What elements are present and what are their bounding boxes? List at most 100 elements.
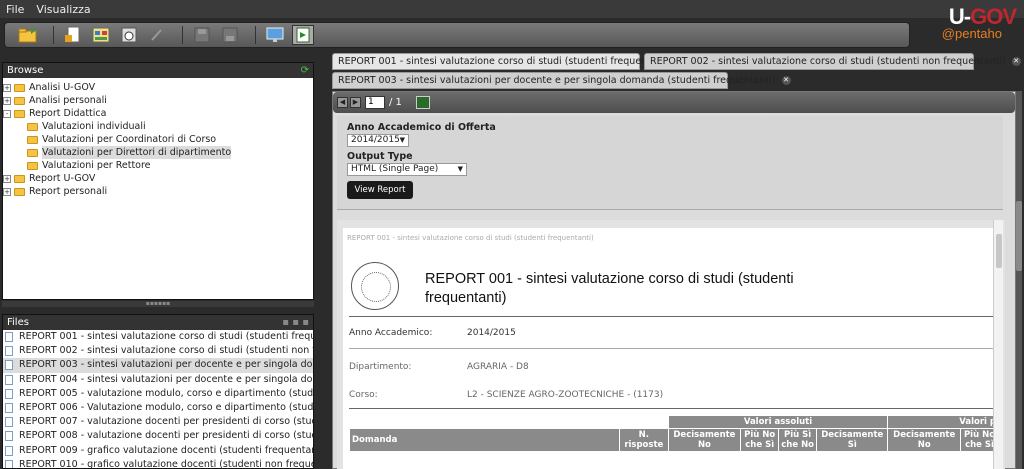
menu-view[interactable]: Visualizza <box>36 3 90 16</box>
header-valori-percentuali: Valori p <box>887 415 999 429</box>
collapse-icon[interactable]: - <box>3 109 11 118</box>
tree-item-report-didattica[interactable]: - Report Didattica <box>3 107 313 120</box>
year-label: Anno Accademico di Offerta <box>347 122 496 133</box>
folder-icon <box>27 122 38 131</box>
scroll-thumb[interactable] <box>1016 201 1022 271</box>
col-domanda: Domanda <box>349 428 620 452</box>
document-icon <box>5 346 13 357</box>
tree-item-report-ugov[interactable]: + Report U-GOV <box>3 172 313 185</box>
file-item[interactable]: REPORT 005 - valutazione modulo, corso e… <box>3 387 313 401</box>
tab-report-003[interactable]: REPORT 003 - sintesi valutazioni per doc… <box>332 72 791 89</box>
expand-icon[interactable]: + <box>3 96 11 105</box>
file-item-selected[interactable]: REPORT 003 - sintesi valutazioni per doc… <box>3 358 313 373</box>
files-header: Files ▪ ▪ ▪ <box>3 315 313 330</box>
output-type-label: Output Type <box>347 151 413 162</box>
report-scrollbar[interactable] <box>993 220 1003 469</box>
pager-bar: ◀ ▶ 1 / 1 <box>333 92 1015 113</box>
tree-item-valutazioni-rettore[interactable]: Valutazioni per Rettore <box>3 159 313 172</box>
open-folder-icon[interactable] <box>17 25 39 45</box>
report-frame: REPORT 001 - sintesi valutazione corso d… <box>337 220 1005 469</box>
university-seal-icon <box>351 262 399 310</box>
show-browser-icon[interactable] <box>292 25 314 45</box>
view-report-button[interactable]: View Report <box>347 181 413 199</box>
toolbar <box>4 22 910 48</box>
edit-icon[interactable] <box>146 25 168 45</box>
file-item[interactable]: REPORT 010 - grafico valutazione docenti… <box>3 458 313 468</box>
tree-item-valutazioni-direttori[interactable]: Valutazioni per Direttori di dipartiment… <box>3 146 313 159</box>
report-viewer: ◀ ▶ 1 / 1 Anno Accademico di Offerta 201… <box>332 91 1016 469</box>
new-report-icon[interactable] <box>90 25 112 45</box>
toolbar-separator <box>255 26 256 44</box>
corso-label: Corso: <box>349 390 378 400</box>
file-item[interactable]: REPORT 007 - valutazione docenti per pre… <box>3 415 313 429</box>
tab-report-001[interactable]: REPORT 001 - sintesi valutazione corso d… <box>332 53 688 70</box>
file-item[interactable]: REPORT 009 - grafico valutazione docenti… <box>3 444 313 458</box>
toggle-prompt-icon[interactable] <box>415 96 430 109</box>
tree-item-valutazioni-coordinatori[interactable]: Valutazioni per Coordinatori di Corso <box>3 133 313 146</box>
browse-pane: Browse ⟳ + Analisi U-GOV + Analisi persona… <box>2 62 314 300</box>
prev-page-icon[interactable]: ◀ <box>337 97 348 108</box>
tree-item-analisi-ugov[interactable]: + Analisi U-GOV <box>3 81 313 94</box>
col-n-risposte: N. risposte <box>619 428 669 452</box>
parameters-panel: Anno Accademico di Offerta 2014/2015 ▼ Ou… <box>337 116 1003 210</box>
corso-value: L2 - SCIENZE AGRO-ZOOTECNICHE - (1173) <box>467 390 664 400</box>
new-analysis-icon[interactable] <box>62 25 84 45</box>
page-input[interactable]: 1 <box>365 96 385 109</box>
refresh-icon[interactable]: ⟳ <box>301 63 309 78</box>
dipartimento-value: AGRARIA - D8 <box>467 362 529 372</box>
files-title: Files <box>7 317 29 328</box>
close-tab-icon[interactable]: ✕ <box>781 76 791 85</box>
next-page-icon[interactable]: ▶ <box>350 97 361 108</box>
menu-file[interactable]: File <box>6 3 24 16</box>
divider <box>349 408 999 409</box>
document-icon <box>5 374 13 385</box>
save-icon[interactable] <box>191 25 213 45</box>
document-icon <box>5 459 13 468</box>
expand-icon[interactable]: + <box>3 174 11 183</box>
file-item[interactable]: REPORT 001 - sintesi valutazione corso d… <box>3 330 313 344</box>
save-as-icon[interactable] <box>219 25 241 45</box>
page-total: / 1 <box>389 97 402 108</box>
dipartimento-label: Dipartimento: <box>349 362 412 372</box>
divider <box>349 348 999 349</box>
browse-tree: + Analisi U-GOV + Analisi personali - Repor… <box>3 78 313 198</box>
folder-icon <box>27 161 38 170</box>
report-page: REPORT 001 - sintesi valutazione corso d… <box>343 228 999 469</box>
file-item[interactable]: REPORT 006 - Valutazione modulo, corso e… <box>3 401 313 415</box>
document-icon <box>5 360 13 371</box>
anno-label: Anno Accademico: <box>349 328 433 338</box>
tab-report-002[interactable]: REPORT 002 - sintesi valutazione corso d… <box>644 53 1021 70</box>
tree-item-report-personali[interactable]: + Report personali <box>3 185 313 198</box>
tree-item-valutazioni-individuali[interactable]: Valutazioni individuali <box>3 120 313 133</box>
file-item[interactable]: REPORT 004 - sintesi valutazioni per doc… <box>3 373 313 387</box>
tree-item-analisi-personali[interactable]: + Analisi personali <box>3 94 313 107</box>
chevron-down-icon: ▼ <box>399 136 405 144</box>
col-piu-no: Più No che Sì <box>740 428 780 452</box>
anno-value: 2014/2015 <box>467 328 516 338</box>
document-icon <box>5 431 13 442</box>
report-title: REPORT 001 - sintesi valutazione corso d… <box>425 271 794 306</box>
page-scrollbar[interactable] <box>1016 91 1022 469</box>
document-icon <box>5 332 13 343</box>
expand-icon[interactable]: + <box>3 83 11 92</box>
col-piu-si: Più Sì che No <box>778 428 818 452</box>
folder-icon <box>14 96 25 105</box>
file-item[interactable]: REPORT 002 - sintesi valutazione corso d… <box>3 344 313 358</box>
schedule-icon[interactable] <box>118 25 140 45</box>
expand-icon[interactable]: + <box>3 187 11 196</box>
chevron-down-icon: ▼ <box>457 165 463 173</box>
monitor-icon[interactable] <box>264 25 286 45</box>
output-type-select[interactable]: HTML (Single Page) ▼ <box>347 163 467 176</box>
toolbar-separator <box>53 26 54 44</box>
close-tab-icon[interactable]: ✕ <box>1011 57 1021 66</box>
browse-title: Browse <box>7 65 44 76</box>
menu-bar: File Visualizza <box>0 0 1024 18</box>
results-table: Valori assoluti Valori p Domanda N. risp… <box>349 415 999 452</box>
files-pane: Files ▪ ▪ ▪ REPORT 001 - sintesi valutaz… <box>2 314 314 469</box>
file-item[interactable]: REPORT 008 - valutazione docenti per pre… <box>3 429 313 443</box>
folder-icon <box>14 187 25 196</box>
folder-icon <box>27 135 38 144</box>
pane-splitter[interactable]: ▪▪▪▪▪▪ <box>2 301 314 307</box>
scroll-thumb[interactable] <box>996 234 1002 268</box>
year-select[interactable]: 2014/2015 ▼ <box>347 134 409 147</box>
